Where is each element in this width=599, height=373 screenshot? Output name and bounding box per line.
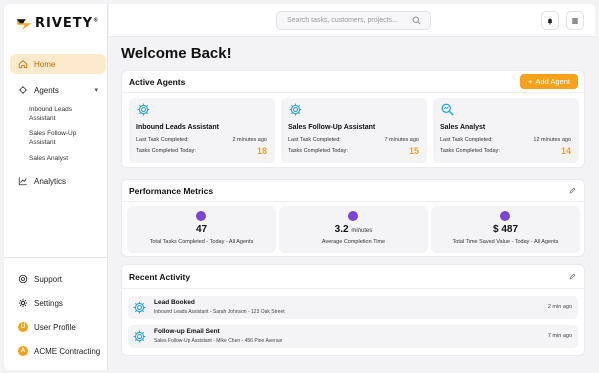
card-divider — [122, 92, 584, 93]
metric-card: 3.2 minutes Average Completion Time — [279, 206, 428, 253]
agent-card[interactable]: Sales Analyst Last Task Completed: 12 mi… — [433, 98, 579, 163]
company-avatar: A — [18, 346, 28, 356]
sidebar-item-label: Analytics — [34, 176, 67, 186]
last-task-label: Last Task Completed: — [288, 137, 341, 143]
metric-value: $ 487 — [492, 224, 519, 235]
sidebar-item-label: Agents — [34, 85, 59, 95]
tasks-today-value: 14 — [560, 146, 571, 156]
gear-icon — [18, 298, 28, 308]
tasks-today-value: 18 — [256, 146, 267, 156]
tasks-today-label: Tasks Completed Today: — [136, 148, 196, 154]
activity-subtitle: Inbound Leads Assistant - Sarah Johnson … — [154, 309, 285, 315]
last-task-label: Last Task Completed: — [136, 137, 189, 143]
gear-icon — [136, 102, 151, 117]
search-icon — [412, 16, 421, 25]
chevron-down-icon[interactable]: ▾ — [94, 86, 98, 94]
agent-card[interactable]: Sales Follow-Up Assistant Last Task Comp… — [281, 98, 427, 163]
agents-icon — [18, 85, 28, 95]
menu-button[interactable] — [566, 11, 584, 30]
metric-value: 3.2 minutes — [334, 224, 373, 235]
metric-card: 47 Total Tasks Completed - Today - All A… — [127, 206, 276, 253]
sidebar-item-label: Settings — [34, 298, 63, 308]
edit-icon[interactable] — [569, 273, 576, 280]
sidebar-item-company[interactable]: A ACME Contracting — [10, 341, 106, 361]
sidebar-subitem-inbound-leads[interactable]: Inbound Leads Assistant — [29, 105, 99, 123]
search-input[interactable]: Search tasks, customers, projects... — [276, 11, 431, 30]
sidebar-item-settings[interactable]: Settings — [10, 293, 106, 313]
card-title: Recent Activity — [129, 272, 191, 282]
metric-value: 47 — [195, 224, 208, 235]
sidebar-item-label: Support — [34, 274, 63, 284]
metric-unit: minutes — [351, 228, 373, 234]
card-title: Performance Metrics — [129, 186, 214, 196]
add-agent-button[interactable]: + Add Agent — [520, 74, 578, 89]
activity-title: Follow-up Email Sent — [154, 328, 220, 335]
metric-label: Total Time Saved Value - Today - All Age… — [452, 239, 559, 245]
agent-name: Sales Analyst — [440, 124, 486, 131]
activity-item[interactable]: Follow-up Email Sent Sales Follow-Up Ass… — [128, 325, 578, 348]
last-task-value: 2 minutes ago — [232, 137, 267, 143]
rivety-logo-icon — [16, 18, 32, 30]
main-content: Welcome Back! Active Agents + Add Agent … — [109, 37, 595, 370]
plus-icon: + — [527, 77, 533, 86]
active-agents-card: Active Agents + Add Agent Inbound Leads … — [121, 70, 585, 168]
top-bar: Search tasks, customers, projects... — [109, 4, 595, 37]
tasks-today-label: Tasks Completed Today: — [440, 148, 500, 154]
sidebar-item-agents[interactable]: Agents ▾ — [10, 80, 106, 100]
card-divider — [122, 288, 584, 289]
recent-activity-card: Recent Activity Lead Booked Inbound Lead… — [121, 264, 585, 356]
card-divider — [122, 201, 584, 202]
last-task-value: 7 minutes ago — [384, 137, 419, 143]
last-task-label: Last Task Completed: — [440, 137, 493, 143]
gear-icon — [132, 329, 147, 344]
activity-subtitle: Sales Follow-Up Assistant - Mike Chen - … — [154, 338, 283, 344]
notifications-button[interactable] — [541, 11, 559, 30]
logo-text: RIVETY® — [35, 16, 100, 31]
sidebar-item-support[interactable]: Support — [10, 269, 106, 289]
tasks-today-label: Tasks Completed Today: — [288, 148, 348, 154]
sidebar-item-user-profile[interactable]: U User Profile — [10, 317, 106, 337]
agent-card[interactable]: Inbound Leads Assistant Last Task Comple… — [129, 98, 275, 163]
gear-icon — [288, 102, 303, 117]
sidebar-subitem-sales-follow-up[interactable]: Sales Follow-Up Assistant — [29, 129, 99, 147]
chart-line-icon — [18, 177, 27, 186]
check-icon — [196, 211, 206, 221]
gear-icon — [132, 300, 147, 315]
metric-card: $ 487 Total Time Saved Value - Today - A… — [431, 206, 580, 253]
page-title: Welcome Back! — [121, 45, 232, 62]
performance-metrics-card: Performance Metrics 47 Total Tasks Compl… — [121, 179, 585, 257]
sidebar-subitem-sales-analyst[interactable]: Sales Analyst — [29, 154, 99, 163]
support-icon — [18, 274, 28, 284]
activity-title: Lead Booked — [154, 299, 195, 306]
activity-item[interactable]: Lead Booked Inbound Leads Assistant - Sa… — [128, 296, 578, 319]
sidebar: RIVETY® Home Agents ▾ Inbound Leads Assi… — [4, 4, 108, 370]
sidebar-item-label: Home — [34, 59, 56, 69]
last-task-value: 12 minutes ago — [533, 137, 571, 143]
activity-time: 2 min ago — [547, 304, 572, 310]
sidebar-item-label: ACME Contracting — [34, 346, 101, 356]
bell-icon — [547, 18, 553, 25]
activity-time: 7 min ago — [547, 333, 572, 339]
metric-label: Total Tasks Completed - Today - All Agen… — [149, 239, 254, 245]
edit-icon[interactable] — [569, 187, 576, 194]
sidebar-divider — [4, 257, 108, 258]
logo[interactable]: RIVETY® — [16, 16, 99, 31]
user-avatar: U — [18, 322, 28, 332]
magnifier-icon — [441, 103, 454, 116]
home-icon — [18, 60, 28, 69]
agent-name: Sales Follow-Up Assistant — [288, 124, 376, 131]
sidebar-item-home[interactable]: Home — [10, 54, 106, 74]
money-icon — [500, 211, 510, 221]
tasks-today-value: 15 — [408, 146, 419, 156]
metric-label: Average Completion Time — [321, 239, 386, 245]
hamburger-icon — [572, 18, 578, 23]
search-placeholder: Search tasks, customers, projects... — [287, 17, 398, 24]
agent-name: Inbound Leads Assistant — [136, 124, 219, 131]
sidebar-item-label: User Profile — [34, 322, 76, 332]
card-title: Active Agents — [129, 77, 186, 87]
clock-icon — [348, 211, 358, 221]
sidebar-item-analytics[interactable]: Analytics — [10, 171, 106, 191]
